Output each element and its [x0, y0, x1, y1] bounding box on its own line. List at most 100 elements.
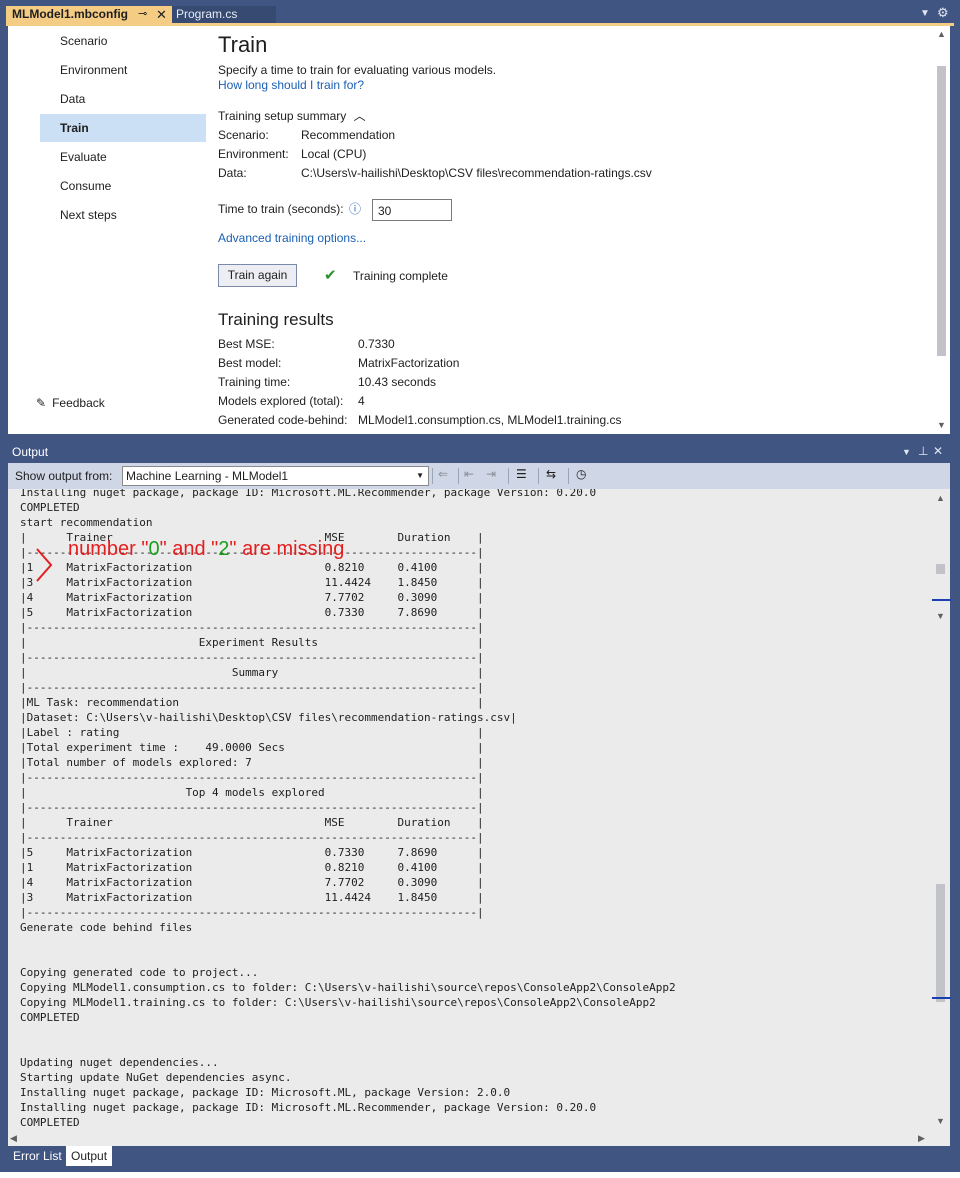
feedback-link[interactable]: ✎ Feedback [36, 396, 105, 410]
toolbar-separator [432, 468, 433, 484]
result-value-training-time: 10.43 seconds [358, 375, 437, 389]
scroll-position-marker [932, 997, 951, 999]
word-wrap-icon[interactable]: ⇆ [546, 467, 556, 481]
result-label-best-model: Best model: [218, 356, 282, 370]
toolbar-separator [568, 468, 569, 484]
nav-item-consume[interactable]: Consume [40, 172, 206, 200]
close-icon[interactable]: ✕ [156, 6, 167, 23]
train-description: Specify a time to train for evaluating v… [218, 63, 497, 77]
clock-icon[interactable]: ◷ [576, 467, 586, 481]
output-source-value: Machine Learning - MLModel1 [126, 469, 289, 483]
how-long-link[interactable]: How long should I train for? [218, 78, 364, 92]
tab-label: Program.cs [176, 7, 238, 21]
editor-scroll-thumb[interactable] [937, 66, 946, 356]
previous-message-icon[interactable]: ⇤ [464, 467, 474, 481]
nav-label: Consume [60, 179, 112, 193]
scroll-right-icon[interactable]: ▶ [918, 1133, 925, 1144]
chevron-up-icon: ︿ [353, 109, 366, 123]
output-horizontal-scrollbar[interactable]: ◀ ▶ [8, 1132, 950, 1146]
pin-icon[interactable]: ⊸ [138, 6, 147, 23]
result-value-code-behind: MLModel1.consumption.cs, MLModel1.traini… [358, 413, 622, 427]
time-to-train-input[interactable]: 30 [372, 199, 452, 221]
advanced-training-options-link[interactable]: Advanced training options... [218, 231, 366, 245]
feedback-label: Feedback [52, 396, 105, 410]
window-menu-icon[interactable]: ▼ [902, 447, 911, 457]
summary-label-data: Data: [218, 166, 247, 180]
chevron-down-icon: ▼ [416, 471, 424, 480]
result-label-training-time: Training time: [218, 375, 291, 389]
train-again-button[interactable]: Train again [218, 264, 297, 287]
nav-item-scenario[interactable]: Scenario [40, 27, 206, 55]
summary-value-environment: Local (CPU) [301, 147, 367, 161]
tab-label: MLModel1.mbconfig [12, 7, 128, 21]
page-title: Train [218, 32, 268, 57]
tab-mlmodel1-mbconfig[interactable]: MLModel1.mbconfig ⊸ ✕ [6, 6, 172, 23]
toolbar-separator [458, 468, 459, 484]
next-message-icon[interactable]: ⇥ [486, 467, 496, 481]
nav-label: Environment [60, 63, 128, 77]
scroll-up-icon[interactable]: ▲ [937, 29, 946, 39]
result-value-best-mse: 0.7330 [358, 337, 395, 351]
scroll-position-marker [932, 599, 951, 601]
nav-item-data[interactable]: Data [40, 85, 206, 113]
time-to-train-label: Time to train (seconds): ⓘ [218, 200, 361, 217]
nav-item-environment[interactable]: Environment [40, 56, 206, 84]
nav-item-evaluate[interactable]: Evaluate [40, 143, 206, 171]
summary-toggle-label: Training setup summary [218, 109, 347, 123]
pin-icon[interactable]: ⊥ [918, 444, 928, 458]
output-panel-header: Output ▼ ⊥ ✕ [8, 441, 950, 463]
output-source-dropdown[interactable]: Machine Learning - MLModel1 ▼ [122, 466, 429, 486]
tab-error-list[interactable]: Error List [8, 1146, 67, 1166]
summary-value-data: C:\Users\v-hailishi\Desktop\CSV files\re… [301, 166, 652, 180]
show-output-from-label: Show output from: [15, 469, 113, 483]
info-icon[interactable]: ⓘ [349, 202, 361, 216]
tool-window-tabs: Error List Output [0, 1146, 960, 1172]
summary-toggle[interactable]: Training setup summary ︿ [218, 107, 366, 124]
summary-label-scenario: Scenario: [218, 128, 269, 142]
toolbar-separator [508, 468, 509, 484]
tab-output[interactable]: Output [66, 1146, 113, 1166]
nav-item-train[interactable]: Train [40, 114, 206, 142]
scroll-down-icon[interactable]: ▼ [936, 1116, 945, 1126]
nav-label: Scenario [60, 34, 108, 48]
nav-item-next-steps[interactable]: Next steps [40, 201, 206, 229]
annotation-text: " are missing [229, 538, 345, 560]
find-message-icon[interactable]: ⇐ [438, 467, 448, 481]
clear-all-icon[interactable]: ☰ [516, 467, 527, 481]
tab-program-cs[interactable]: Program.cs [172, 6, 276, 23]
scroll-left-icon[interactable]: ◀ [10, 1133, 17, 1144]
annotation-number: 0 [148, 538, 160, 560]
annotation-text: number " [68, 538, 149, 560]
checkmark-icon: ✔ [324, 267, 337, 284]
close-icon[interactable]: ✕ [933, 444, 943, 458]
nav-label: Evaluate [60, 150, 107, 164]
output-log: Installing nuget package, package ID: Mi… [20, 489, 676, 1129]
annotation-number: 2 [218, 538, 230, 560]
annotation-text: " and " [159, 538, 219, 560]
results-title: Training results [218, 310, 334, 329]
output-scroll-thumb[interactable] [936, 884, 945, 1002]
toolbar-separator [538, 468, 539, 484]
nav-label: Train [60, 121, 89, 135]
summary-label-environment: Environment: [218, 147, 289, 161]
annotation-arrow-icon [36, 548, 53, 582]
training-status: Training complete [353, 269, 448, 283]
feedback-icon: ✎ [36, 396, 47, 410]
scroll-down-icon[interactable]: ▼ [937, 420, 946, 430]
output-text-area[interactable]: Installing nuget package, package ID: Mi… [8, 489, 950, 1132]
scroll-down-icon[interactable]: ▼ [936, 611, 945, 621]
output-panel-title: Output [12, 445, 49, 459]
result-value-models-explored: 4 [358, 394, 365, 408]
tab-list-dropdown-icon[interactable]: ▼ [920, 8, 930, 19]
output-toolbar: Show output from: Machine Learning - MLM… [8, 463, 950, 489]
output-vertical-scrollbar[interactable] [936, 489, 950, 1132]
nav-label: Data [60, 92, 86, 106]
result-label-code-behind: Generated code-behind: [218, 413, 348, 427]
gear-icon[interactable]: ⚙ [937, 5, 949, 21]
result-value-best-model: MatrixFactorization [358, 356, 460, 370]
model-builder-editor: Scenario Environment Data Train Evaluate… [8, 26, 950, 434]
output-scroll-marker [936, 564, 945, 574]
summary-value-scenario: Recommendation [301, 128, 396, 142]
result-label-models-explored: Models explored (total): [218, 394, 344, 408]
scroll-up-icon[interactable]: ▲ [936, 493, 945, 503]
